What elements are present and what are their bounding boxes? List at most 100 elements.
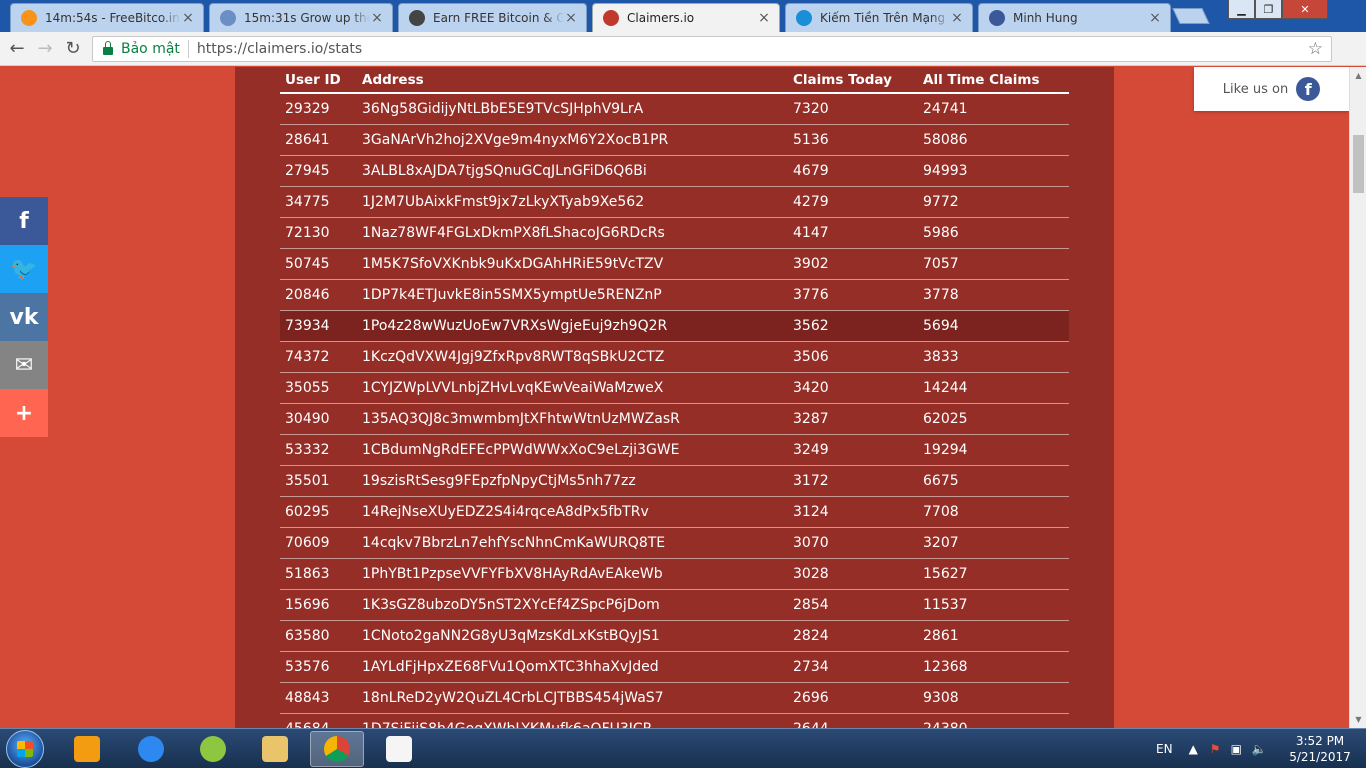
lock-icon [103,41,113,55]
tab-6[interactable]: Minh Hung × [978,3,1171,32]
table-row: 15696 1K3sGZ8ubzoDY5nST2XYcEf4ZSpcP6jDom 2… [280,589,1069,621]
cell-all-time-claims: 2861 [918,620,1069,652]
address-bar[interactable]: Bảo mật https://claimers.io/stats ☆ [92,36,1332,62]
ie-taskbar-item[interactable] [124,731,178,767]
page-content: User ID Address Claims Today All Time Cl… [0,67,1366,728]
cell-address: 1CBdumNgRdEFEcPPWdWWxXoC9eLzji3GWE [357,434,788,466]
tab-3[interactable]: Earn FREE Bitcoin & Gold× [398,3,587,32]
tab-close-icon[interactable]: × [757,10,771,26]
cell-all-time-claims: 6675 [918,465,1069,497]
cell-claims-today: 3172 [788,465,918,497]
cell-claims-today: 3249 [788,434,918,466]
cell-claims-today: 2734 [788,651,918,683]
app-taskbar-item[interactable] [186,731,240,767]
network-icon[interactable]: ▣ [1231,742,1242,756]
tab-4[interactable]: Claimers.io × [592,3,780,32]
table-row: 35055 1CYJZWpLVVLnbjZHvLvqKEwVeaiWaMzweX 3… [280,372,1069,404]
reload-icon[interactable]: ↻ [62,38,84,60]
tab-1[interactable]: 14m:54s - FreeBitco.in - W× [10,3,204,32]
close-window-button[interactable]: ✕ [1282,0,1328,19]
tab-2[interactable]: 15m:31s Grow up the Bit× [209,3,393,32]
cell-all-time-claims: 24741 [918,93,1069,125]
scroll-up-icon[interactable]: ▲ [1350,67,1366,84]
maximize-button[interactable]: ❐ [1255,0,1282,19]
start-button[interactable] [6,730,44,768]
tab-title: Kiếm Tiền Trên Mạng - M [820,11,950,25]
cell-user-id: 72130 [280,217,357,249]
cell-all-time-claims: 9772 [918,186,1069,218]
cell-user-id: 28641 [280,124,357,156]
minimize-button[interactable]: ▁ [1228,0,1255,19]
cell-user-id: 53332 [280,434,357,466]
bookmark-star-icon[interactable]: ☆ [1308,39,1323,59]
forward-icon[interactable]: → [34,38,56,60]
cell-claims-today: 7320 [788,93,918,125]
cell-user-id: 27945 [280,155,357,187]
table-row: 456841D7SiFjiS8h4GogXWbLYKMufk6aQFU3JCR2… [280,713,1069,728]
table-row: 29329 36Ng58GidijyNtLBbE5E9TVcSJHphV9LrA 7… [280,93,1069,125]
scroll-down-icon[interactable]: ▼ [1350,711,1366,728]
cell-all-time-claims: 58086 [918,124,1069,156]
url-text[interactable]: https://claimers.io/stats [197,41,362,57]
like-us-widget[interactable]: Like us on f [1194,67,1349,111]
cell-all-time-claims: 5986 [918,217,1069,249]
cell-claims-today: 2696 [788,682,918,714]
doc-icon [220,10,236,26]
tab-close-icon[interactable]: × [181,10,195,26]
cell-claims-today: 3028 [788,558,918,590]
vk-share-button[interactable]: vk [0,293,48,341]
tab-close-icon[interactable]: × [950,10,964,26]
chrome-taskbar-item[interactable] [310,731,364,767]
table-row: 74372 1KczQdVXW4Jgj9ZfxRpv8RWT8qSBkU2CTZ 3… [280,341,1069,373]
internet-explorer-icon [138,736,164,762]
cell-claims-today: 4279 [788,186,918,218]
cell-address: 1AYLdFjHpxZE68FVu1QomXTC3hhaXvJded [357,651,788,683]
more-share-button[interactable]: + [0,389,48,437]
cell-address: 14cqkv7BbrzLn7ehfYscNhnCmKaWURQ8TE [357,527,788,559]
cell-user-id: 29329 [280,93,357,125]
facebook-icon[interactable]: f [1296,77,1321,101]
facebook-share-button[interactable]: f [0,197,48,245]
claimers-icon [603,10,619,26]
vertical-scrollbar[interactable]: ▲ ▼ [1349,67,1366,728]
tab-title: Minh Hung [1013,11,1078,25]
facebook-icon [989,10,1005,26]
cell-all-time-claims: 7708 [918,496,1069,528]
cell-address: 1M5K7SfoVXKnbk9uKxDGAhHRiE59tVcTZV [357,248,788,280]
cell-claims-today: 4679 [788,155,918,187]
bitcoin-icon [21,10,37,26]
scrollbar-thumb[interactable] [1353,135,1364,193]
cell-claims-today: 4147 [788,217,918,249]
flag-icon[interactable]: ⚑ [1210,742,1221,756]
tab-close-icon[interactable]: × [1148,10,1162,26]
volume-icon[interactable]: 🔈 [1252,742,1267,756]
new-tab-button[interactable] [1172,8,1210,24]
tray-expand-icon[interactable]: ▲ [1189,742,1198,756]
cell-all-time-claims: 9308 [918,682,1069,714]
clock[interactable]: 3:52 PM 5/21/2017 [1286,733,1354,765]
cell-address: 3GaNArVh2hoj2XVge9m4nyxM6Y2XocB1PR [357,124,788,156]
tab-title: Claimers.io [627,11,695,25]
back-icon[interactable]: ← [6,38,28,60]
unikey-taskbar-item[interactable] [372,731,426,767]
cell-all-time-claims: 94993 [918,155,1069,187]
cell-claims-today: 3506 [788,341,918,373]
language-indicator[interactable]: EN [1156,742,1173,756]
tab-5[interactable]: Kiếm Tiền Trên Mạng - M× [785,3,973,32]
cell-claims-today: 3070 [788,527,918,559]
cell-claims-today: 3124 [788,496,918,528]
cell-claims-today: 5136 [788,124,918,156]
twitter-share-button[interactable]: 🐦 [0,245,48,293]
cell-all-time-claims: 24380 [918,713,1069,728]
cell-claims-today: 3902 [788,248,918,280]
cell-user-id: 63580 [280,620,357,652]
app-icon [200,736,226,762]
email-share-button[interactable]: ✉ [0,341,48,389]
tab-close-icon[interactable]: × [370,10,384,26]
tab-close-icon[interactable]: × [564,10,578,26]
explorer-taskbar-item[interactable] [248,731,302,767]
cell-address: 1DP7k4ETJuvkE8in5SMX5ymptUe5RENZnP [357,279,788,311]
table-row: 53332 1CBdumNgRdEFEcPPWdWWxXoC9eLzji3GWE 3… [280,434,1069,466]
media-player-taskbar-item[interactable] [60,731,114,767]
cell-user-id: 48843 [280,682,357,714]
